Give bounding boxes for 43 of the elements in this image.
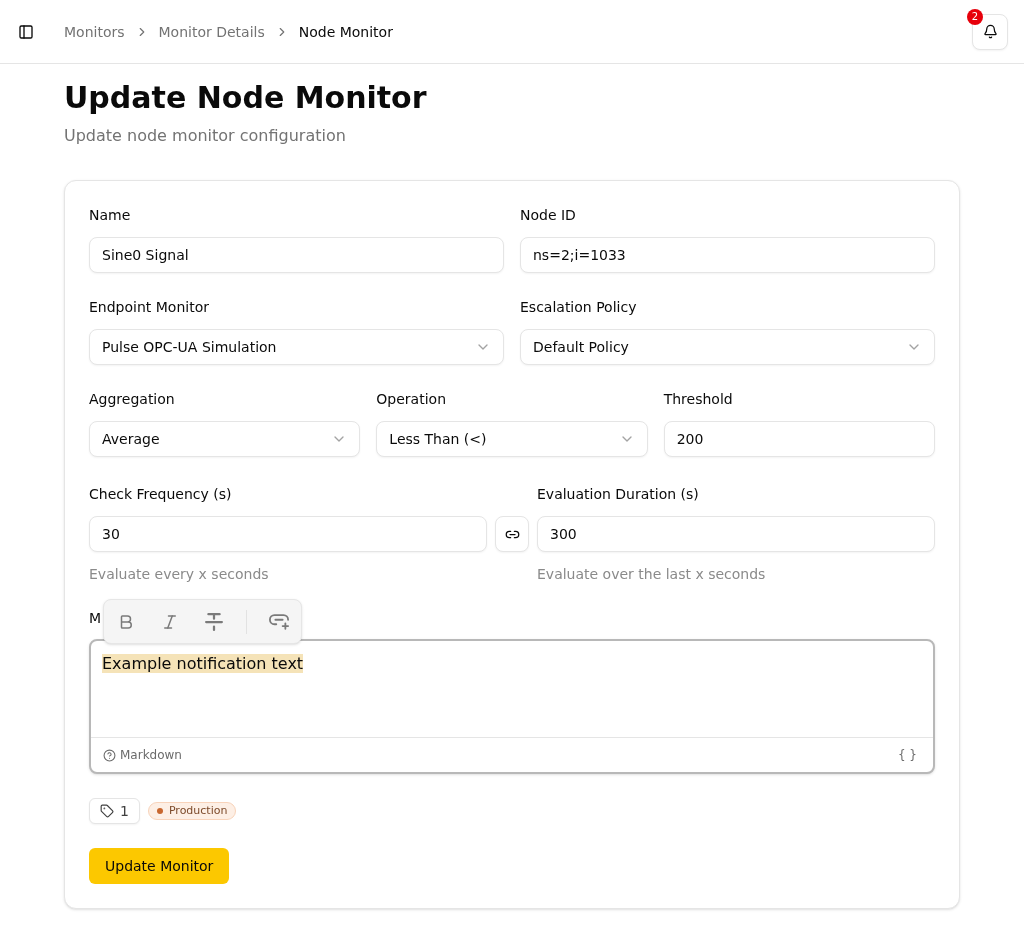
message-text: Example notification text <box>102 654 304 673</box>
link-toggle-button[interactable] <box>495 516 529 552</box>
select-field[interactable]: Default Policy <box>520 329 935 365</box>
tags-button[interactable]: 1 <box>89 798 140 824</box>
notification-count-badge: 2 <box>967 8 983 25</box>
link-plus-icon <box>269 613 289 630</box>
field-hint: Evaluate every x seconds <box>89 565 270 584</box>
field-label: Endpoint Monitor <box>89 298 210 317</box>
select-field[interactable]: Pulse OPC-UA Simulation <box>89 329 504 365</box>
select-field[interactable]: Average <box>89 421 361 457</box>
strikethrough-icon <box>205 612 223 631</box>
bell-icon <box>982 24 998 39</box>
rich-text-editor[interactable]: Example notification text Markdown { } <box>89 639 935 774</box>
italic-icon <box>161 612 179 631</box>
breadcrumb-link[interactable]: Monitor Details <box>158 21 265 42</box>
text-input[interactable]: Sine0 Signal <box>89 237 504 273</box>
breadcrumb-link[interactable]: Monitors <box>64 21 125 42</box>
notifications-button[interactable] <box>972 13 1008 50</box>
field-label: M <box>89 609 102 628</box>
field-label: Name <box>89 206 132 225</box>
tag-icon <box>100 804 114 818</box>
breadcrumb-current: Node Monitor <box>298 22 393 42</box>
update-monitor-button[interactable]: Update Monitor <box>89 848 230 884</box>
help-icon <box>103 748 116 762</box>
variables-button[interactable]: { } <box>897 747 921 763</box>
field-hint: Evaluate over the last x seconds <box>537 565 767 584</box>
field-label: Threshold <box>663 390 734 409</box>
field-label: Escalation Policy <box>520 298 638 317</box>
panel-left-icon <box>18 23 34 40</box>
field-label: Operation <box>376 390 447 409</box>
text-input[interactable]: ns=2;i=1033 <box>520 237 935 273</box>
select-field[interactable]: Less Than (<) <box>376 421 648 457</box>
field-label: Evaluation Duration (s) <box>537 485 700 504</box>
field-label: Check Frequency (s) <box>89 485 233 504</box>
text-input[interactable]: 30 <box>89 516 487 552</box>
text-input[interactable]: 200 <box>663 421 935 457</box>
page-title: Update Node Monitor <box>64 80 428 116</box>
field-label: Aggregation <box>89 390 176 409</box>
tag-label: Production <box>168 803 228 819</box>
text-input[interactable]: 300 <box>537 516 935 552</box>
markdown-help-link[interactable]: Markdown <box>103 747 182 763</box>
field-label: Node ID <box>520 206 577 225</box>
page-subtitle: Update node monitor configuration <box>64 125 347 147</box>
